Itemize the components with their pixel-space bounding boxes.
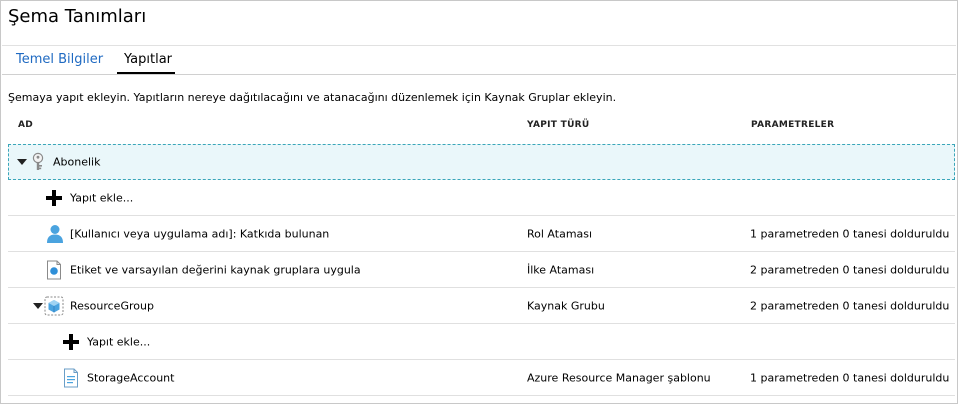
row-type: İlke Ataması bbox=[527, 263, 595, 277]
row-name: Abonelik bbox=[53, 155, 101, 169]
row-type: Rol Ataması bbox=[527, 227, 593, 241]
key-icon bbox=[32, 152, 44, 170]
page-title: Şema Tanımları bbox=[8, 6, 147, 27]
collapse-arrow-icon[interactable] bbox=[17, 159, 27, 165]
table-row[interactable]: [Kullanıcı veya uygulama adı]: Katkıda b… bbox=[8, 216, 955, 252]
tab-artifacts[interactable]: Yapıtlar bbox=[124, 52, 172, 67]
add-artifact-link[interactable]: Yapıt ekle... bbox=[87, 336, 150, 349]
row-params: 2 parametreden 0 tanesi dolduruldu bbox=[750, 299, 950, 313]
add-artifact-link[interactable]: Yapıt ekle... bbox=[70, 192, 133, 205]
row-name: ResourceGroup bbox=[70, 299, 154, 313]
row-name: StorageAccount bbox=[87, 371, 175, 385]
row-type: Kaynak Grubu bbox=[527, 299, 605, 313]
plus-icon bbox=[63, 334, 79, 350]
table-row-resource-group[interactable]: ResourceGroup Kaynak Grubu 2 parametrede… bbox=[8, 288, 955, 324]
title-divider bbox=[2, 45, 956, 46]
column-header-name: AD bbox=[18, 120, 34, 130]
row-type: Azure Resource Manager şablonu bbox=[527, 371, 711, 385]
table-row-add-artifact[interactable]: Yapıt ekle... bbox=[8, 180, 955, 216]
table-row-add-artifact[interactable]: Yapıt ekle... bbox=[8, 324, 955, 360]
row-params: 1 parametreden 0 tanesi dolduruldu bbox=[750, 227, 950, 241]
column-header-params: PARAMETRELER bbox=[751, 120, 835, 130]
user-icon bbox=[47, 225, 63, 243]
row-name: Etiket ve varsayılan değerini kaynak gru… bbox=[70, 263, 361, 277]
row-params: 2 parametreden 0 tanesi dolduruldu bbox=[750, 263, 950, 277]
row-name: [Kullanıcı veya uygulama adı]: Katkıda b… bbox=[70, 227, 330, 241]
resource-group-icon bbox=[44, 296, 64, 316]
table-row[interactable]: Etiket ve varsayılan değerini kaynak gru… bbox=[8, 252, 955, 288]
plus-icon bbox=[46, 190, 62, 206]
column-header-type: YAPIT TÜRÜ bbox=[527, 120, 590, 130]
template-icon bbox=[64, 368, 78, 388]
row-divider bbox=[8, 395, 955, 396]
table-row-subscription[interactable]: Abonelik bbox=[8, 144, 955, 180]
artifacts-description: Şemaya yapıt ekleyin. Yapıtların nereye … bbox=[8, 91, 617, 104]
collapse-arrow-icon[interactable] bbox=[33, 303, 43, 309]
row-params: 1 parametreden 0 tanesi dolduruldu bbox=[750, 371, 950, 385]
table-row[interactable]: StorageAccount Azure Resource Manager şa… bbox=[8, 360, 955, 396]
tab-divider bbox=[2, 74, 956, 75]
tab-basics[interactable]: Temel Bilgiler bbox=[16, 52, 103, 67]
policy-icon bbox=[47, 260, 61, 280]
window-frame: Şema Tanımları Temel Bilgiler Yapıtlar Ş… bbox=[0, 0, 958, 404]
